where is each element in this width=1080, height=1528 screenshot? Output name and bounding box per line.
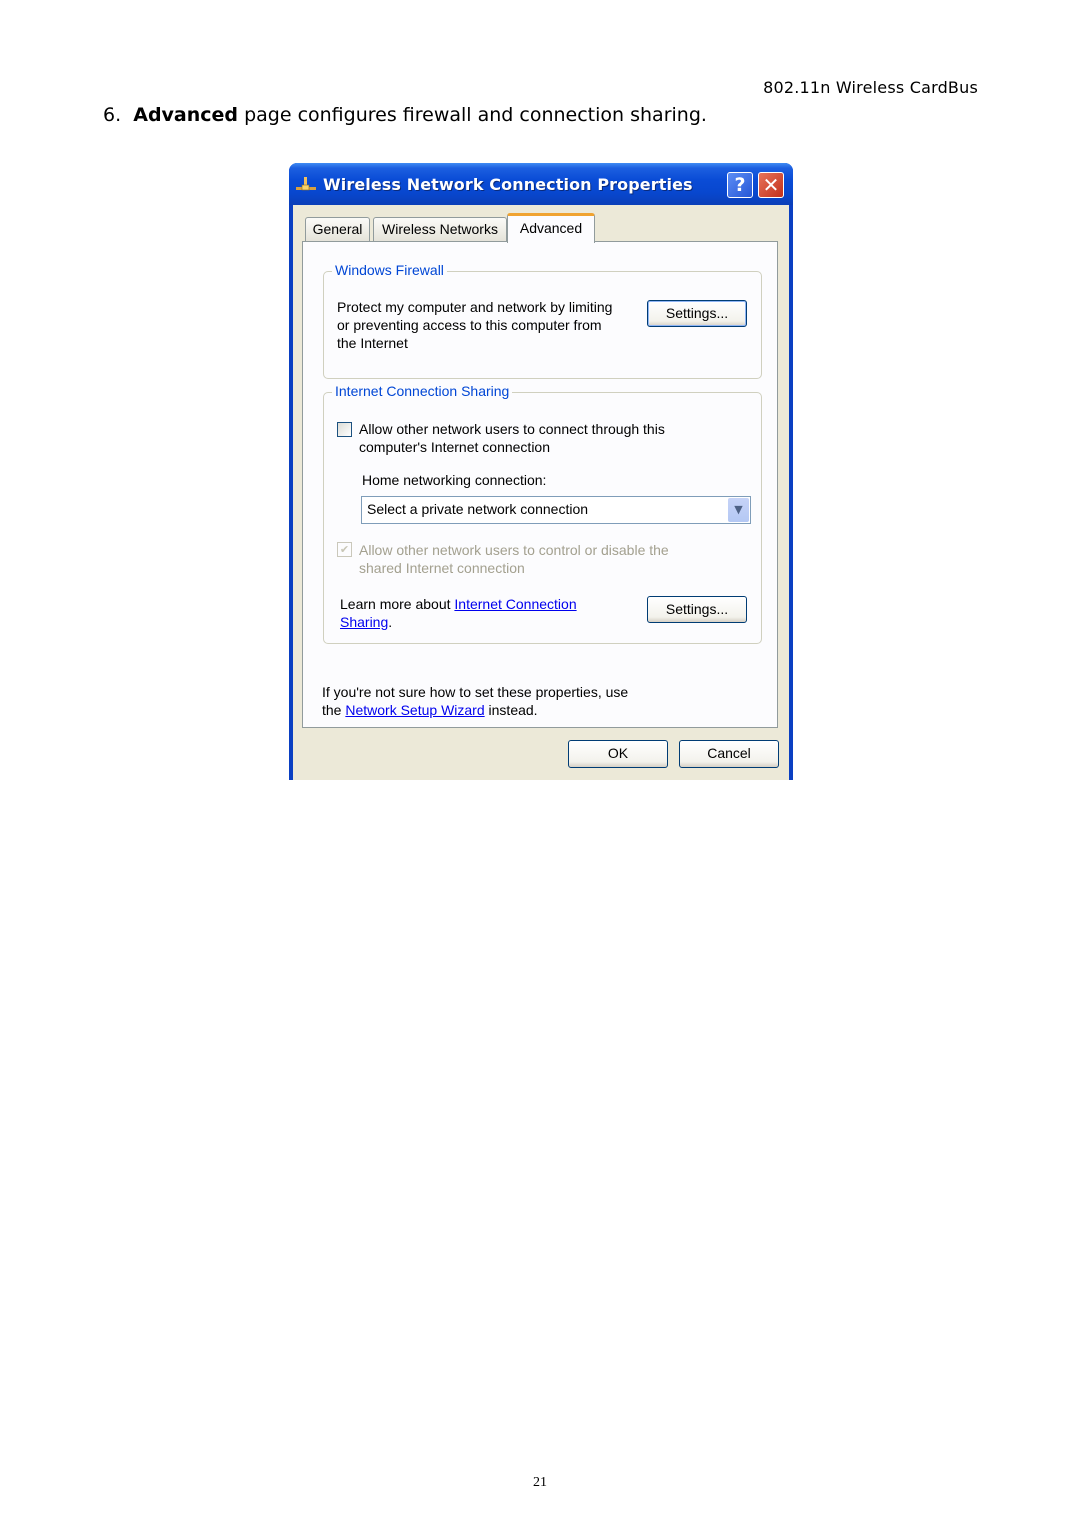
step-bold: Advanced: [133, 104, 239, 126]
learn-more-prefix: Learn more about: [340, 596, 455, 612]
firewall-desc-line3: the Internet: [337, 335, 408, 351]
allow-control-label: Allow other network users to control or …: [359, 541, 669, 577]
ics-legend: Internet Connection Sharing: [332, 383, 513, 399]
network-connection-icon: [296, 177, 316, 191]
ics-help-link[interactable]: Internet Connection: [454, 596, 576, 612]
allow-connect-checkbox[interactable]: [337, 422, 352, 437]
window-client: General Wireless Networks Advanced Windo…: [293, 205, 789, 780]
tab-advanced[interactable]: Advanced: [507, 213, 595, 243]
tab-wireless-networks[interactable]: Wireless Networks: [373, 217, 507, 241]
allow-connect-label[interactable]: Allow other network users to connect thr…: [359, 420, 665, 456]
firewall-desc-line1: Protect my computer and network by limit…: [337, 299, 613, 315]
properties-window: Wireless Network Connection Properties ?…: [289, 163, 793, 780]
ok-button[interactable]: OK: [568, 740, 668, 768]
tab-general[interactable]: General: [305, 217, 370, 241]
firewall-settings-button[interactable]: Settings...: [647, 300, 747, 327]
window-title: Wireless Network Connection Properties: [323, 175, 693, 194]
step-instruction: 6. Advanced page configures firewall and…: [103, 104, 707, 126]
network-setup-wizard-link[interactable]: Network Setup Wizard: [345, 702, 484, 718]
allow-control-checkbox[interactable]: ✔: [337, 542, 352, 557]
wizard-hint-prefix: the: [322, 702, 346, 718]
help-icon: ?: [734, 174, 746, 196]
page-number: 21: [533, 1475, 547, 1490]
step-text: page configures firewall and connection …: [238, 104, 707, 126]
wizard-hint: If you're not sure how to set these prop…: [322, 683, 628, 719]
home-networking-value: Select a private network connection: [367, 501, 589, 517]
learn-more-suffix: .: [388, 614, 393, 630]
home-networking-label: Home networking connection:: [362, 472, 547, 488]
ics-settings-button[interactable]: Settings...: [647, 596, 747, 623]
allow-connect-line2: computer's Internet connection: [359, 439, 551, 455]
allow-control-line2: shared Internet connection: [359, 560, 525, 576]
cancel-button[interactable]: Cancel: [679, 740, 779, 768]
windows-firewall-legend: Windows Firewall: [332, 262, 447, 278]
learn-more-text: Learn more about Internet Connection Sha…: [340, 595, 577, 631]
allow-connect-line1: Allow other network users to connect thr…: [359, 421, 665, 437]
internet-connection-sharing-group: Internet Connection Sharing Allow other …: [323, 383, 762, 644]
home-networking-select[interactable]: Select a private network connection ▼: [361, 496, 751, 524]
title-bar[interactable]: Wireless Network Connection Properties ?…: [289, 163, 793, 205]
checkmark-icon: ✔: [339, 543, 350, 556]
wizard-hint-line1: If you're not sure how to set these prop…: [322, 684, 629, 700]
close-icon: ✕: [762, 173, 780, 197]
chevron-down-icon[interactable]: ▼: [728, 498, 749, 522]
wizard-hint-suffix: instead.: [484, 702, 538, 718]
allow-control-line1: Allow other network users to control or …: [359, 542, 669, 558]
firewall-description: Protect my computer and network by limit…: [337, 298, 612, 352]
windows-firewall-group: Windows Firewall Protect my computer and…: [323, 262, 762, 379]
advanced-tab-panel: Windows Firewall Protect my computer and…: [302, 241, 778, 728]
firewall-desc-line2: or preventing access to this computer fr…: [337, 317, 602, 333]
help-button[interactable]: ?: [727, 172, 753, 198]
close-button[interactable]: ✕: [758, 172, 784, 198]
ics-help-link-cont[interactable]: Sharing: [340, 614, 388, 630]
step-number: 6.: [103, 104, 122, 126]
document-header: 802.11n Wireless CardBus: [763, 78, 978, 97]
